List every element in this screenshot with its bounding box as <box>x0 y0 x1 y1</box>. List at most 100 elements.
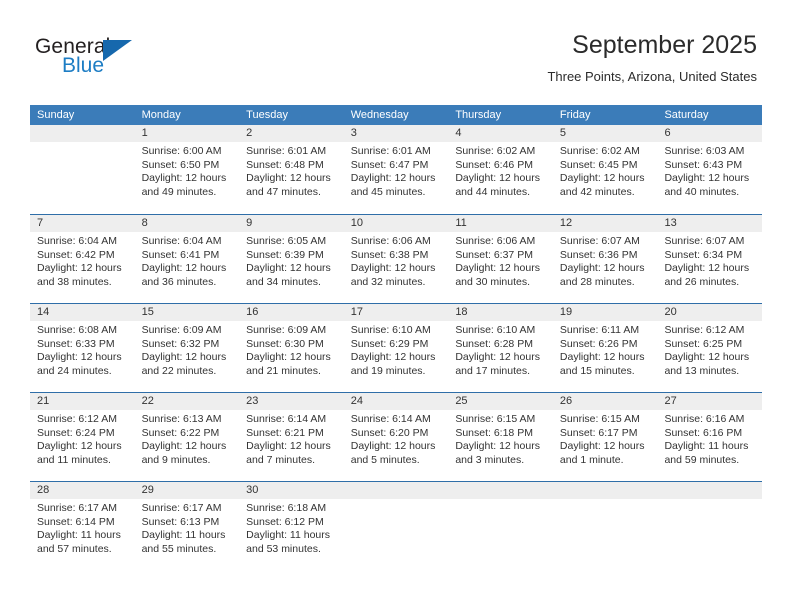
sunset-text: Sunset: 6:39 PM <box>246 248 324 261</box>
calendar-day-cell[interactable]: 20 Sunrise: 6:12 AM Sunset: 6:25 PM Dayligh… <box>657 304 763 392</box>
daylight-text: Daylight: 12 hours and 36 minutes. <box>141 262 227 288</box>
sunrise-text: Sunrise: 6:18 AM <box>246 502 327 514</box>
sunrise-text: Sunrise: 6:08 AM <box>37 324 117 336</box>
calendar-day-cell[interactable]: 19 Sunrise: 6:11 AM Sunset: 6:26 PM Dayligh… <box>552 304 658 392</box>
calendar-day-cell[interactable]: 22 Sunrise: 6:13 AM Sunset: 6:22 PM Dayligh… <box>134 393 240 481</box>
page-header: General Blue September 2025 Three Points… <box>0 0 792 98</box>
calendar-day-cell[interactable]: 16 Sunrise: 6:09 AM Sunset: 6:30 PM Dayligh… <box>239 304 344 392</box>
sunrise-text: Sunrise: 6:01 AM <box>350 145 431 157</box>
calendar-day-cell[interactable]: 1 Sunrise: 6:00 AM Sunset: 6:50 PM Daylight… <box>134 125 240 214</box>
calendar-day-cell[interactable]: 29 Sunrise: 6:17 AM Sunset: 6:13 PM Dayligh… <box>134 482 240 570</box>
day-sun-info: Sunrise: 6:13 AM Sunset: 6:22 PM Daylight:… <box>135 410 240 467</box>
day-number: 18 <box>448 304 553 321</box>
calendar-day-cell[interactable]: 14 Sunrise: 6:08 AM Sunset: 6:33 PM Dayligh… <box>30 304 135 392</box>
daylight-text: Daylight: 12 hours and 26 minutes. <box>664 262 750 288</box>
calendar-day-cell[interactable]: 2 Sunrise: 6:01 AM Sunset: 6:48 PM Daylight… <box>239 125 344 214</box>
calendar-day-cell[interactable]: 4 Sunrise: 6:02 AM Sunset: 6:46 PM Daylight… <box>448 125 553 214</box>
logo-triangle-icon <box>103 40 132 61</box>
day-number: 23 <box>239 393 344 410</box>
sunset-text: Sunset: 6:47 PM <box>350 158 429 171</box>
day-number: 8 <box>134 215 240 232</box>
sunrise-text: Sunrise: 6:06 AM <box>350 235 431 247</box>
daylight-text: Daylight: 12 hours and 42 minutes. <box>559 172 645 198</box>
sunrise-text: Sunrise: 6:04 AM <box>141 235 222 247</box>
daylight-text: Daylight: 12 hours and 13 minutes. <box>664 351 750 377</box>
day-number: 26 <box>552 393 658 410</box>
sunset-text: Sunset: 6:42 PM <box>37 248 115 261</box>
calendar-day-cell[interactable]: 5 Sunrise: 6:02 AM Sunset: 6:45 PM Daylight… <box>552 125 658 214</box>
day-sun-info: Sunrise: 6:14 AM Sunset: 6:20 PM Daylight:… <box>344 410 449 467</box>
calendar-day-cell[interactable]: 17 Sunrise: 6:10 AM Sunset: 6:29 PM Dayligh… <box>343 304 449 392</box>
calendar-day-cell[interactable]: 10 Sunrise: 6:06 AM Sunset: 6:38 PM Dayligh… <box>343 215 449 303</box>
sunrise-text: Sunrise: 6:14 AM <box>246 413 327 425</box>
day-number: 22 <box>134 393 240 410</box>
daylight-text: Daylight: 12 hours and 28 minutes. <box>559 262 645 288</box>
sunset-text: Sunset: 6:38 PM <box>350 248 429 261</box>
calendar-day-cell[interactable]: 18 Sunrise: 6:10 AM Sunset: 6:28 PM Dayligh… <box>448 304 553 392</box>
day-number: 20 <box>657 304 763 321</box>
day-number: 19 <box>552 304 658 321</box>
daylight-text: Daylight: 12 hours and 49 minutes. <box>141 172 227 198</box>
sunrise-text: Sunrise: 6:15 AM <box>455 413 536 425</box>
daylight-text: Daylight: 12 hours and 5 minutes. <box>350 440 436 466</box>
calendar-day-cell[interactable]: 27 Sunrise: 6:16 AM Sunset: 6:16 PM Dayligh… <box>657 393 763 481</box>
sunrise-text: Sunrise: 6:09 AM <box>246 324 327 336</box>
calendar-cell-empty <box>552 482 658 570</box>
calendar-day-cell[interactable]: 12 Sunrise: 6:07 AM Sunset: 6:36 PM Dayligh… <box>552 215 658 303</box>
sunset-text: Sunset: 6:34 PM <box>664 248 743 261</box>
sunset-text: Sunset: 6:16 PM <box>664 426 743 439</box>
calendar-day-cell[interactable]: 7 Sunrise: 6:04 AM Sunset: 6:42 PM Daylight… <box>30 215 135 303</box>
day-number <box>343 482 449 499</box>
day-sun-info: Sunrise: 6:10 AM Sunset: 6:29 PM Daylight:… <box>344 321 449 378</box>
sunrise-text: Sunrise: 6:16 AM <box>664 413 745 425</box>
daylight-text: Daylight: 12 hours and 15 minutes. <box>559 351 645 377</box>
sunset-text: Sunset: 6:37 PM <box>455 248 533 261</box>
calendar-day-cell[interactable]: 24 Sunrise: 6:14 AM Sunset: 6:20 PM Dayligh… <box>343 393 449 481</box>
day-number: 7 <box>30 215 135 232</box>
day-number <box>552 482 658 499</box>
sunrise-text: Sunrise: 6:09 AM <box>141 324 222 336</box>
day-number: 2 <box>239 125 344 142</box>
calendar-day-cell[interactable]: 25 Sunrise: 6:15 AM Sunset: 6:18 PM Dayligh… <box>448 393 553 481</box>
day-sun-info: Sunrise: 6:02 AM Sunset: 6:46 PM Daylight:… <box>448 142 553 199</box>
calendar-day-cell[interactable]: 26 Sunrise: 6:15 AM Sunset: 6:17 PM Dayligh… <box>552 393 658 481</box>
day-sun-info: Sunrise: 6:00 AM Sunset: 6:50 PM Daylight:… <box>135 142 240 199</box>
sunrise-text: Sunrise: 6:13 AM <box>141 413 222 425</box>
calendar-day-cell[interactable]: 28 Sunrise: 6:17 AM Sunset: 6:14 PM Dayligh… <box>30 482 135 570</box>
day-number: 30 <box>239 482 344 499</box>
calendar-cell-empty <box>343 482 449 570</box>
weekday-header-tuesday: Tuesday <box>246 109 288 121</box>
day-sun-info: Sunrise: 6:06 AM Sunset: 6:38 PM Daylight:… <box>344 232 449 289</box>
sunset-text: Sunset: 6:50 PM <box>141 158 220 171</box>
calendar-day-cell[interactable]: 21 Sunrise: 6:12 AM Sunset: 6:24 PM Dayligh… <box>30 393 135 481</box>
sunset-text: Sunset: 6:17 PM <box>559 426 638 439</box>
sunset-text: Sunset: 6:21 PM <box>246 426 324 439</box>
day-sun-info: Sunrise: 6:05 AM Sunset: 6:39 PM Daylight:… <box>239 232 344 289</box>
sunset-text: Sunset: 6:32 PM <box>141 337 220 350</box>
day-number: 21 <box>30 393 135 410</box>
calendar-day-cell[interactable]: 30 Sunrise: 6:18 AM Sunset: 6:12 PM Dayligh… <box>239 482 344 570</box>
day-sun-info: Sunrise: 6:04 AM Sunset: 6:41 PM Daylight:… <box>135 232 240 289</box>
calendar-day-cell[interactable]: 15 Sunrise: 6:09 AM Sunset: 6:32 PM Dayligh… <box>134 304 240 392</box>
daylight-text: Daylight: 11 hours and 55 minutes. <box>141 529 226 555</box>
calendar-day-cell[interactable]: 11 Sunrise: 6:06 AM Sunset: 6:37 PM Dayligh… <box>448 215 553 303</box>
calendar-day-cell[interactable]: 6 Sunrise: 6:03 AM Sunset: 6:43 PM Daylight… <box>657 125 763 214</box>
sunrise-text: Sunrise: 6:11 AM <box>559 324 640 336</box>
weekday-header-sunday: Sunday <box>37 109 75 121</box>
day-sun-info: Sunrise: 6:18 AM Sunset: 6:12 PM Daylight:… <box>239 499 344 556</box>
sunrise-text: Sunrise: 6:00 AM <box>141 145 222 157</box>
calendar-week-row: 7 Sunrise: 6:04 AM Sunset: 6:42 PM Daylight… <box>30 214 763 303</box>
calendar-weeks: 1 Sunrise: 6:00 AM Sunset: 6:50 PM Daylight… <box>30 125 763 570</box>
calendar-day-cell[interactable]: 3 Sunrise: 6:01 AM Sunset: 6:47 PM Daylight… <box>343 125 449 214</box>
calendar-day-cell[interactable]: 23 Sunrise: 6:14 AM Sunset: 6:21 PM Dayligh… <box>239 393 344 481</box>
day-number: 13 <box>657 215 763 232</box>
calendar-day-cell[interactable]: 9 Sunrise: 6:05 AM Sunset: 6:39 PM Daylight… <box>239 215 344 303</box>
day-sun-info: Sunrise: 6:01 AM Sunset: 6:48 PM Daylight:… <box>239 142 344 199</box>
calendar-day-cell[interactable]: 8 Sunrise: 6:04 AM Sunset: 6:41 PM Daylight… <box>134 215 240 303</box>
day-number: 28 <box>30 482 135 499</box>
day-number: 10 <box>343 215 449 232</box>
sunset-text: Sunset: 6:26 PM <box>559 337 638 350</box>
day-sun-info: Sunrise: 6:15 AM Sunset: 6:17 PM Daylight:… <box>553 410 658 467</box>
general-blue-logo[interactable]: General Blue <box>35 36 165 82</box>
calendar-day-cell[interactable]: 13 Sunrise: 6:07 AM Sunset: 6:34 PM Dayligh… <box>657 215 763 303</box>
